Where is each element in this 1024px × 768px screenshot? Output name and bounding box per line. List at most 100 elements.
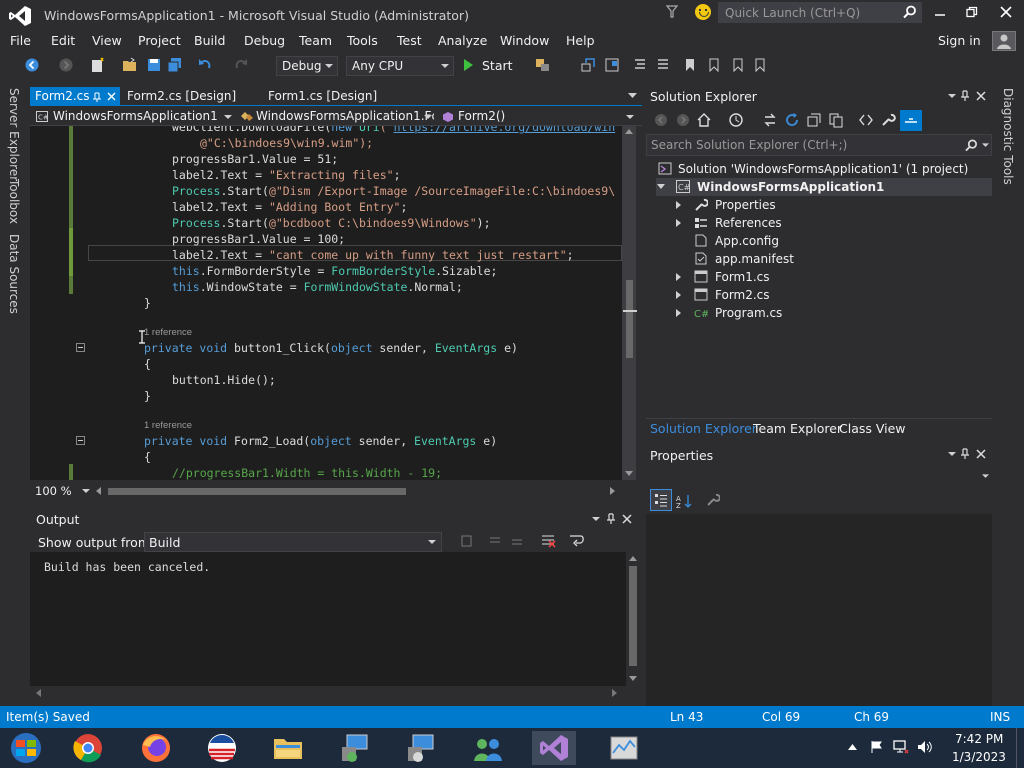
- uncomment-icon[interactable]: [656, 57, 670, 73]
- editor-horizontal-scroll-thumb[interactable]: [108, 488, 406, 495]
- save-all-icon[interactable]: [166, 57, 184, 73]
- account-avatar[interactable]: [992, 31, 1016, 51]
- pin-icon[interactable]: [960, 448, 970, 460]
- minimize-button[interactable]: [934, 6, 946, 18]
- pin-icon[interactable]: [606, 513, 616, 525]
- close-icon[interactable]: [622, 514, 632, 524]
- output-vertical-scrollbar[interactable]: [626, 552, 640, 686]
- bookmark-next-icon[interactable]: [730, 57, 746, 73]
- menu-edit[interactable]: Edit: [51, 33, 75, 48]
- preview-selected-items-button[interactable]: [900, 110, 922, 131]
- view-code-icon[interactable]: [858, 112, 874, 128]
- previous-message-icon[interactable]: [488, 534, 502, 548]
- redo-icon[interactable]: [233, 57, 249, 73]
- tab-overflow-icon[interactable]: [628, 93, 637, 99]
- project-dropdown[interactable]: C# WindowsFormsApplication1: [34, 107, 234, 125]
- zoom-level[interactable]: 100 %: [35, 484, 72, 498]
- menu-tools[interactable]: Tools: [347, 33, 378, 48]
- pane-menu-icon[interactable]: [592, 517, 600, 522]
- visual-studio-taskbar-icon[interactable]: [532, 731, 576, 765]
- campaign-logo-icon[interactable]: [200, 731, 244, 765]
- next-message-icon[interactable]: [510, 534, 524, 548]
- collapse-all-icon[interactable]: [806, 112, 822, 128]
- go-to-message-icon[interactable]: [460, 534, 474, 548]
- menu-build[interactable]: Build: [194, 33, 225, 48]
- show-desktop-button[interactable]: [1016, 728, 1024, 768]
- network-icon[interactable]: [893, 740, 909, 754]
- notifications-flag-icon[interactable]: [666, 5, 678, 19]
- toolbox-tab[interactable]: Toolbox: [7, 179, 21, 224]
- people-app-icon[interactable]: [466, 731, 510, 765]
- comment-icon[interactable]: [633, 57, 647, 73]
- back-icon[interactable]: [654, 113, 668, 127]
- step-icon[interactable]: [580, 57, 598, 73]
- solution-explorer-search[interactable]: Search Solution Explorer (Ctrl+;): [646, 134, 992, 156]
- menu-help[interactable]: Help: [566, 33, 595, 48]
- close-icon[interactable]: [976, 449, 986, 459]
- search-options-icon[interactable]: [982, 143, 989, 148]
- diagnostic-tools-tab[interactable]: Diagnostic Tools: [1001, 88, 1015, 185]
- bookmark-prev-icon[interactable]: [706, 57, 722, 73]
- data-sources-tab[interactable]: Data Sources: [7, 234, 21, 314]
- navigate-back-icon[interactable]: [24, 57, 40, 73]
- codelens-reference[interactable]: 1 reference: [144, 327, 192, 338]
- close-button[interactable]: [1000, 6, 1012, 18]
- menu-analyze[interactable]: Analyze: [438, 33, 487, 48]
- sign-in-link[interactable]: Sign in: [938, 33, 981, 48]
- categorized-button[interactable]: [650, 489, 672, 511]
- file-explorer-icon[interactable]: [266, 731, 310, 765]
- firefox-icon[interactable]: [134, 731, 178, 765]
- menu-project[interactable]: Project: [138, 33, 181, 48]
- tab-form1-design[interactable]: Form1.cs [Design]: [268, 89, 377, 103]
- menu-window[interactable]: Window: [500, 33, 549, 48]
- restore-button[interactable]: [966, 6, 978, 18]
- menu-view[interactable]: View: [92, 33, 122, 48]
- navigate-forward-icon[interactable]: [58, 57, 74, 73]
- home-icon[interactable]: [696, 112, 712, 128]
- pane-menu-icon[interactable]: [948, 452, 956, 457]
- alphabetical-icon[interactable]: AZ: [676, 493, 692, 509]
- forward-icon[interactable]: [676, 113, 690, 127]
- pending-changes-icon[interactable]: [728, 112, 744, 128]
- menu-test[interactable]: Test: [397, 33, 422, 48]
- property-pages-icon[interactable]: [706, 493, 720, 507]
- layout-icon[interactable]: [604, 57, 622, 73]
- menu-file[interactable]: File: [10, 33, 31, 48]
- solution-platform-select[interactable]: Any CPU: [346, 56, 454, 76]
- quick-launch-input[interactable]: Quick Launch (Ctrl+Q): [718, 2, 922, 23]
- code-text-area[interactable]: webClient.DownloadFile(new Uri("https://…: [30, 126, 622, 480]
- new-project-icon[interactable]: [89, 57, 107, 73]
- open-file-icon[interactable]: [122, 57, 140, 73]
- sync-icon[interactable]: [762, 112, 778, 128]
- clear-all-icon[interactable]: [540, 533, 556, 549]
- member-dropdown[interactable]: Form2(): [440, 107, 640, 125]
- class-dropdown[interactable]: WindowsFormsApplication1.Fc: [238, 107, 434, 125]
- remote-app-icon[interactable]: [400, 731, 444, 765]
- tree-project[interactable]: C# WindowsFormsApplication1: [656, 178, 992, 196]
- tab-team-explorer[interactable]: Team Explorer: [753, 421, 842, 436]
- action-center-flag-icon[interactable]: [870, 740, 884, 754]
- properties-wrench-icon[interactable]: [880, 112, 896, 128]
- network-app-icon[interactable]: [334, 731, 378, 765]
- tab-solution-explorer[interactable]: Solution Explorer: [650, 421, 757, 436]
- tab-form2-design[interactable]: Form2.cs [Design]: [127, 89, 236, 103]
- pane-menu-icon[interactable]: [948, 94, 956, 99]
- codelens-reference[interactable]: 1 reference: [144, 420, 192, 431]
- refresh-icon[interactable]: [784, 112, 800, 128]
- taskbar-clock-time[interactable]: 7:42 PM: [955, 732, 1003, 746]
- bookmark-icon[interactable]: [683, 57, 697, 73]
- start-orb-icon[interactable]: [4, 731, 48, 765]
- toggle-word-wrap-icon[interactable]: [568, 533, 584, 549]
- close-icon[interactable]: [976, 91, 986, 101]
- properties-object-select[interactable]: [646, 466, 992, 486]
- tab-form2-cs[interactable]: Form2.cs: [30, 87, 120, 106]
- task-manager-icon[interactable]: [602, 731, 646, 765]
- tab-class-view[interactable]: Class View: [839, 421, 906, 436]
- output-text-area[interactable]: Build has been canceled.: [30, 552, 626, 686]
- chrome-icon[interactable]: [66, 731, 110, 765]
- editor-scroll-thumb[interactable]: [626, 280, 633, 358]
- show-hidden-icons-icon[interactable]: [848, 744, 857, 750]
- save-icon[interactable]: [146, 57, 162, 73]
- output-source-select[interactable]: Build: [144, 532, 442, 552]
- attach-icon[interactable]: [534, 57, 552, 73]
